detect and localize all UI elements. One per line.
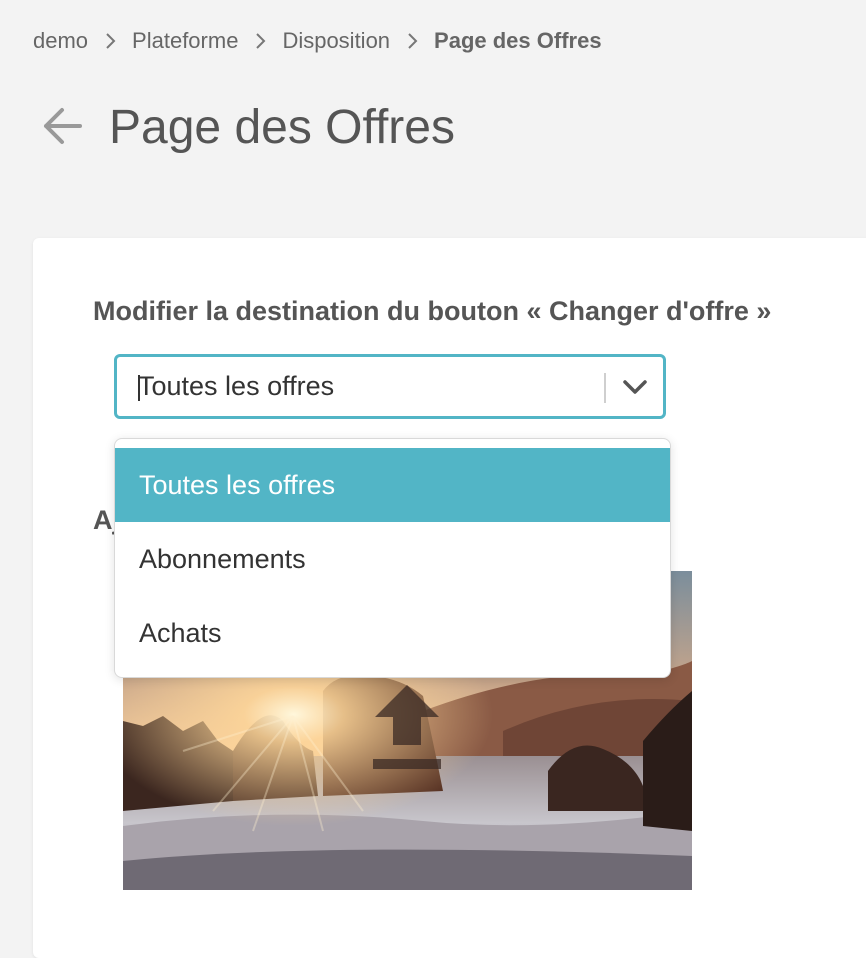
destination-select[interactable]: Toutes les offres bbox=[114, 354, 666, 419]
dropdown-option-abonnements[interactable]: Abonnements bbox=[115, 522, 670, 596]
chevron-right-icon bbox=[88, 32, 132, 50]
breadcrumb-item-plateforme[interactable]: Plateforme bbox=[132, 28, 238, 54]
chevron-down-icon[interactable] bbox=[621, 375, 649, 399]
dropdown-option-toutes-les-offres[interactable]: Toutes les offres bbox=[115, 448, 670, 522]
select-divider bbox=[604, 373, 606, 403]
destination-label: Modifier la destination du bouton « Chan… bbox=[93, 296, 772, 326]
dropdown-option-achats[interactable]: Achats bbox=[115, 596, 670, 670]
destination-dropdown-menu: Toutes les offres Abonnements Achats bbox=[114, 438, 671, 678]
breadcrumb-item-current: Page des Offres bbox=[434, 28, 602, 53]
page-header: Page des Offres bbox=[38, 96, 455, 160]
breadcrumb: demo Plateforme Disposition Page des Off… bbox=[33, 28, 602, 54]
chevron-right-icon bbox=[390, 32, 434, 50]
destination-select-value[interactable]: Toutes les offres bbox=[138, 357, 334, 416]
page-title: Page des Offres bbox=[109, 101, 455, 154]
back-button[interactable] bbox=[38, 104, 86, 152]
breadcrumb-item-demo[interactable]: demo bbox=[33, 28, 88, 54]
arrow-left-icon bbox=[40, 106, 84, 151]
chevron-right-icon bbox=[238, 32, 282, 50]
upload-icon[interactable] bbox=[371, 683, 443, 773]
breadcrumb-item-disposition[interactable]: Disposition bbox=[282, 28, 390, 54]
text-cursor bbox=[138, 375, 140, 401]
